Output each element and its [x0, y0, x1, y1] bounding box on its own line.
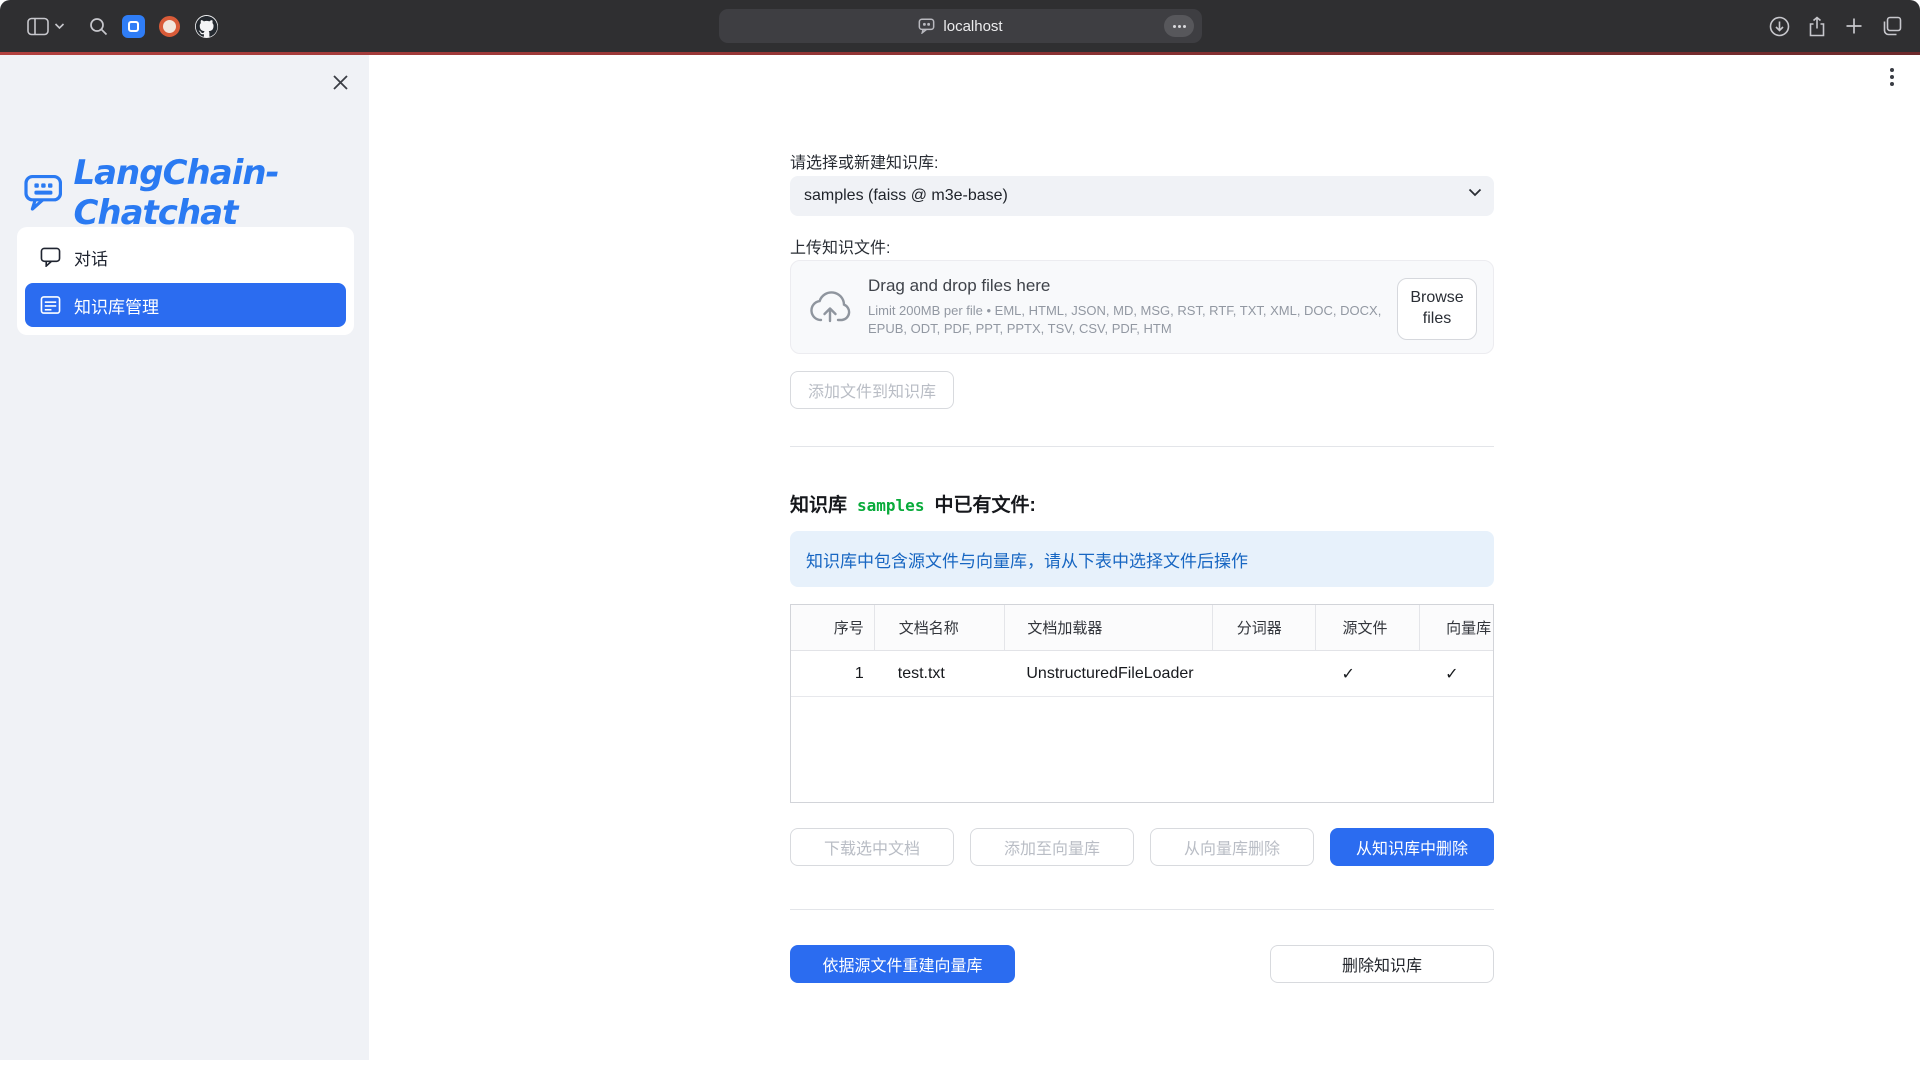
browser-toolbar: localhost [0, 0, 1920, 52]
sidebar-toggle-icon[interactable] [26, 14, 50, 38]
extension-icon-2[interactable] [157, 14, 181, 38]
sidebar-item-label: 对话 [74, 245, 108, 270]
kb-heading-prefix: 知识库 [790, 490, 847, 517]
info-banner: 知识库中包含源文件与向量库，请从下表中选择文件后操作 [790, 531, 1494, 587]
browser-window: localhost [0, 0, 1920, 1080]
cell-vector-check: ✓ [1419, 651, 1493, 696]
table-action-buttons: 下载选中文档 添加至向量库 从向量库删除 从知识库中删除 [790, 828, 1494, 866]
uploader-limit: Limit 200MB per file • EML, HTML, JSON, … [868, 302, 1423, 338]
toolbar-chevron-down-icon[interactable] [52, 14, 66, 38]
divider [790, 446, 1494, 447]
cell-source-check: ✓ [1315, 651, 1419, 696]
sidebar-menu: 对话 知识库管理 [17, 227, 354, 335]
sidebar-item-dialogue[interactable]: 对话 [25, 235, 346, 279]
extension-1-glyph [122, 15, 145, 38]
site-favicon-icon [918, 18, 935, 34]
select-kb-label: 请选择或新建知识库: [790, 149, 1494, 173]
uploader-texts: Drag and drop files here Limit 200MB per… [868, 276, 1423, 338]
github-icon [195, 15, 218, 38]
sidebar-item-label: 知识库管理 [74, 293, 159, 318]
toolbar-search-icon[interactable] [86, 14, 110, 38]
sidebar-close-icon[interactable] [327, 69, 353, 95]
delete-kb-button[interactable]: 删除知识库 [1270, 945, 1494, 983]
delete-from-kb-button[interactable]: 从知识库中删除 [1330, 828, 1494, 866]
kb-heading-suffix: 中已有文件: [934, 490, 1035, 517]
col-header-name[interactable]: 文档名称 [874, 605, 1005, 650]
divider [790, 909, 1494, 910]
extension-icon-1[interactable] [121, 14, 145, 38]
col-header-vector[interactable]: 向量库 [1419, 605, 1493, 650]
file-uploader-dropzone[interactable]: Drag and drop files here Limit 200MB per… [790, 260, 1494, 354]
table-row[interactable]: 1 test.txt UnstructuredFileLoader ✓ ✓ [791, 651, 1493, 697]
add-to-vectorstore-button[interactable]: 添加至向量库 [970, 828, 1134, 866]
chat-icon [40, 247, 61, 267]
extension-2-glyph [159, 16, 180, 37]
files-table[interactable]: 序号 文档名称 文档加载器 分词器 源文件 向量库 1 test.txt Uns… [790, 604, 1494, 803]
col-header-index[interactable]: 序号 [791, 605, 874, 650]
col-header-source[interactable]: 源文件 [1315, 605, 1419, 650]
sidebar: LangChain-Chatchat 对话 知识库管理 [0, 55, 369, 1060]
sidebar-item-kb-management[interactable]: 知识库管理 [25, 283, 346, 327]
address-more-icon[interactable] [1164, 15, 1194, 37]
share-icon[interactable] [1805, 14, 1829, 38]
tab-overview-icon[interactable] [1880, 14, 1904, 38]
kb-files-heading: 知识库 samples 中已有文件: [790, 490, 1494, 517]
extension-icon-github[interactable] [194, 14, 218, 38]
cell-loader: UnstructuredFileLoader [1004, 651, 1211, 696]
delete-from-vectorstore-button[interactable]: 从向量库删除 [1150, 828, 1314, 866]
app-menu-icon[interactable] [1882, 66, 1902, 88]
rebuild-vectorstore-button[interactable]: 依据源文件重建向量库 [790, 945, 1015, 983]
app-logo-text: LangChain-Chatchat [73, 153, 369, 233]
cell-splitter [1212, 651, 1316, 696]
kb-name-code: samples [857, 496, 924, 515]
main-content: 请选择或新建知识库: samples (faiss @ m3e-base) 上传… [790, 55, 1494, 1080]
col-header-splitter[interactable]: 分词器 [1212, 605, 1316, 650]
cell-index: 1 [791, 651, 874, 696]
address-bar[interactable]: localhost [719, 9, 1202, 43]
upload-label: 上传知识文件: [790, 234, 1494, 258]
add-files-to-kb-button[interactable]: 添加文件到知识库 [790, 371, 954, 409]
app-logo-icon [24, 170, 62, 216]
new-tab-icon[interactable] [1842, 14, 1866, 38]
downloads-icon[interactable] [1767, 14, 1791, 38]
cell-name: test.txt [874, 651, 1005, 696]
table-header-row: 序号 文档名称 文档加载器 分词器 源文件 向量库 [791, 605, 1493, 651]
uploader-title: Drag and drop files here [868, 276, 1423, 296]
url-text: localhost [943, 18, 1002, 35]
browse-files-button[interactable]: Browse files [1397, 278, 1477, 340]
kb-select-value: samples (faiss @ m3e-base) [804, 187, 1008, 205]
chevron-down-icon [1468, 188, 1482, 197]
kb-list-icon [40, 295, 61, 315]
col-header-loader[interactable]: 文档加载器 [1004, 605, 1211, 650]
download-selected-button[interactable]: 下载选中文档 [790, 828, 954, 866]
kb-select[interactable]: samples (faiss @ m3e-base) [790, 176, 1494, 216]
cloud-upload-icon [809, 291, 851, 323]
app-logo: LangChain-Chatchat [24, 153, 369, 233]
